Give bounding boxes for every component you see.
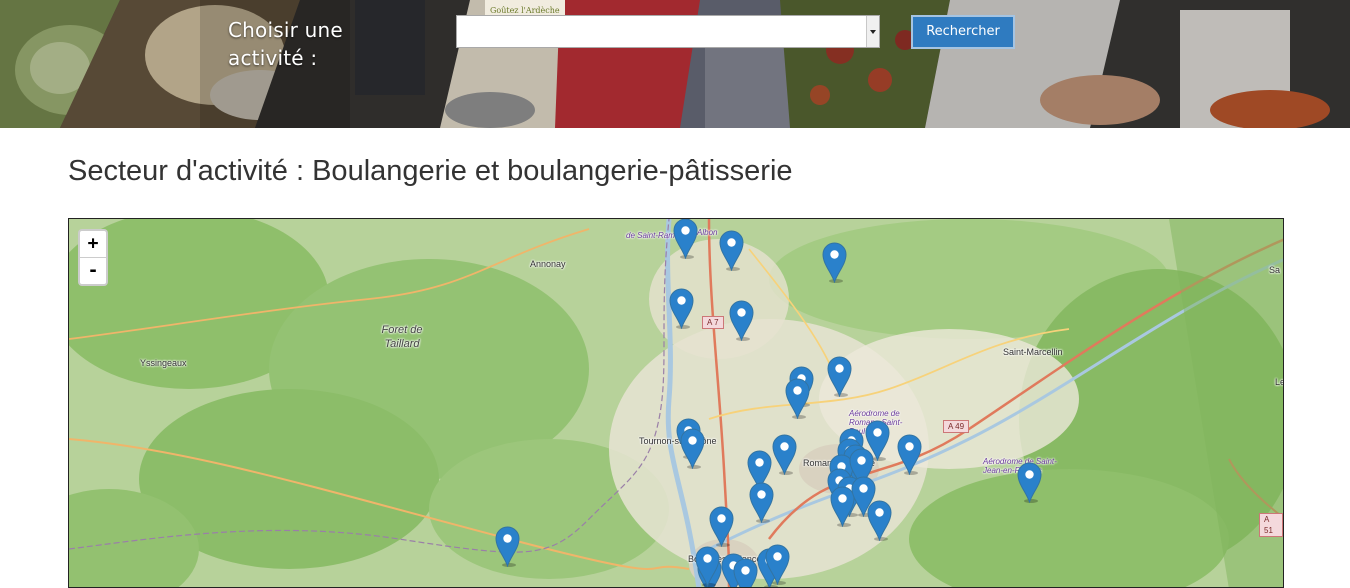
map-label-saint-marcellin: Saint-Marcellin [1003,347,1063,357]
map[interactable]: Annonay Foret de Taillard Yssingeaux Sai… [68,218,1284,588]
map-label-yssingeaux: Yssingeaux [140,358,187,368]
map-label-edge-sa: Sa [1269,265,1281,275]
map-marker-pin-icon[interactable] [765,544,790,586]
header-banner: Goûtez l'Ardèche Choisir une activité : … [0,0,1350,128]
zoom-control: + - [78,229,108,286]
map-marker-pin-icon[interactable] [827,356,852,398]
logo: Goûtez l'Ardèche [490,6,560,15]
road-shield-a7: A 7 [702,316,724,329]
activity-select[interactable] [456,15,880,48]
search-button[interactable]: Rechercher [911,15,1015,49]
map-label-foret: Foret de Taillard [381,324,423,350]
map-marker-pin-icon[interactable] [495,526,520,568]
map-marker-pin-icon[interactable] [680,428,705,470]
map-marker-pin-icon[interactable] [867,500,892,542]
map-marker-pin-icon[interactable] [1017,462,1042,504]
road-shield-a51: A 51 [1259,513,1283,537]
activity-label: Choisir une activité : [228,18,343,70]
map-marker-pin-icon[interactable] [749,482,774,524]
map-marker-pin-icon[interactable] [897,434,922,476]
map-marker-pin-icon[interactable] [785,378,810,420]
map-marker-pin-icon[interactable] [733,558,758,587]
map-marker-pin-icon[interactable] [669,288,694,330]
map-tiles [69,219,1283,587]
map-label-annonay: Annonay [530,259,566,269]
map-label-albon: Albon [697,228,718,237]
map-marker-pin-icon[interactable] [673,219,698,260]
map-marker-pin-icon[interactable] [729,300,754,342]
map-marker-pin-icon[interactable] [695,546,720,587]
map-marker-pin-icon[interactable] [719,230,744,272]
map-marker-pin-icon[interactable] [772,434,797,476]
map-marker-pin-icon[interactable] [709,506,734,548]
road-shield-a49: A 49 [943,420,970,433]
page-title: Secteur d'activité : Boulangerie et boul… [68,155,793,187]
dropdown-arrow-icon[interactable] [866,16,879,47]
zoom-in-button[interactable]: + [80,231,106,257]
zoom-out-button[interactable]: - [80,257,106,284]
map-label-edge-le: Le [1275,377,1283,387]
map-marker-pin-icon[interactable] [822,242,847,284]
